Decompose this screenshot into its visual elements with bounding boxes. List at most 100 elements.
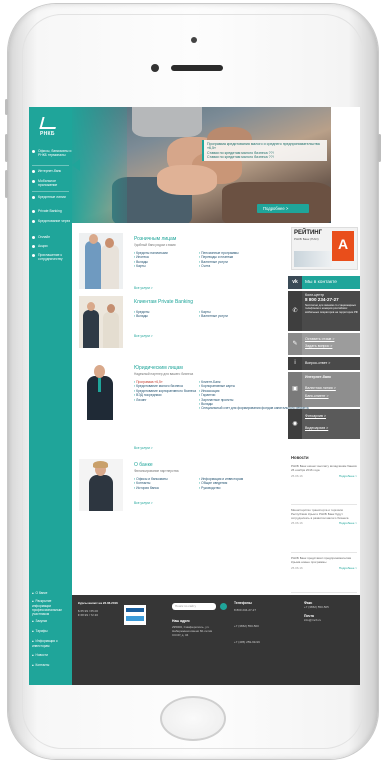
location-icon — [32, 150, 35, 153]
search-icon[interactable] — [220, 603, 227, 610]
link[interactable]: Карты — [134, 264, 196, 268]
link[interactable]: История банка — [134, 486, 196, 490]
payment-card-logo — [124, 605, 146, 625]
link[interactable]: Вклады — [134, 314, 196, 318]
sidebar-item-label: Офисы, банкоматы и РНКБ терминалы — [38, 149, 72, 157]
home-button[interactable] — [160, 696, 226, 741]
monitor-icon: ▣ — [288, 372, 302, 407]
banner-prev-arrow-icon[interactable] — [72, 159, 80, 171]
banner-photo-hand — [157, 165, 217, 195]
section-links-col1: Кредиты наличными Ипотека Вклады Карты — [134, 251, 196, 269]
all-services-link[interactable]: Все услуги > — [134, 501, 153, 505]
news-more-link[interactable]: Подробнее > — [339, 566, 357, 571]
sidebar-item-private-banking[interactable]: Private Banking — [29, 209, 72, 213]
news-text: РНКБ Банк начнет выплату вкладчикам банк… — [291, 464, 357, 472]
news-item[interactable]: РНКБ Банк представил предпринимателям Кр… — [291, 556, 357, 593]
section-links-col2: Пенсионные программы Переводы и платежи … — [199, 251, 261, 269]
right-panel: РЕЙТИНГ РНКБ Банк (ПАО) А vk Мы в контак… — [288, 223, 360, 623]
address-title: Наш адрес — [172, 619, 190, 623]
currency-link[interactable]: Валютная линия > — [305, 386, 336, 390]
sidebar-item-online[interactable]: Онлайн — [29, 235, 72, 239]
rating-title: РЕЙТИНГ — [294, 230, 323, 236]
footer-nav-tariffs[interactable]: Тарифы — [32, 629, 70, 634]
link[interactable]: Счета — [199, 264, 261, 268]
footer-nav-investors[interactable]: Информация о инвесторам — [32, 639, 70, 648]
feedback-link[interactable]: Оставить отзыв > — [305, 337, 334, 341]
sidebar-item-cooperation[interactable]: Приглашение к сотрудничеству — [29, 253, 72, 261]
phone-number[interactable]: 8 800 234-27-27 — [234, 608, 284, 612]
news-date: 25.06.16 — [291, 565, 303, 570]
rating-magazine-image — [294, 251, 332, 267]
banner-caption: Программа кредитования малого и среднего… — [202, 140, 327, 162]
sidebar-item-promo[interactable]: Акции — [29, 244, 72, 248]
footer-nav-purchases[interactable]: Закупки — [32, 619, 70, 624]
section-links-col2: Клиент-Банк Корпоративные карты Инкассац… — [199, 380, 308, 411]
sidebar-item-credit[interactable]: Кредитование через — [29, 219, 72, 223]
ask-question-link[interactable]: Задать вопрос > — [305, 344, 332, 348]
sidebar-item-label: Кредитование через — [38, 219, 71, 223]
faq-block[interactable]: i Вопрос-ответ > — [288, 357, 360, 370]
footer-nav-contacts[interactable]: Контакты — [32, 663, 70, 668]
footer-search-input[interactable]: Поиск по сайту — [172, 603, 216, 610]
news-item[interactable]: Министерство транспорта и торговли Респу… — [291, 508, 357, 553]
logo-mark-icon — [39, 117, 59, 129]
sidebar-item-internet-bank[interactable]: Интернет-банк — [29, 169, 72, 173]
volume-down-button — [5, 170, 8, 198]
email-address[interactable]: info@rncb.ru — [304, 618, 354, 622]
internet-bank-title[interactable]: Интернет-банк — [305, 375, 331, 379]
banner-photo-sleeve — [132, 107, 202, 137]
proximity-sensor — [191, 37, 197, 43]
front-camera-icon — [151, 64, 159, 72]
section-title[interactable]: Розничным лицам — [134, 236, 176, 242]
vk-icon: vk — [288, 276, 302, 289]
sidebar-item-label: Мобильное приложение — [38, 179, 58, 187]
rates-title: Курсы валют на 22.06.2016 — [78, 601, 118, 605]
card-stripe — [126, 616, 144, 621]
bank-client-link[interactable]: Банк-клиент > — [305, 394, 329, 398]
link[interactable]: Специальный счет для формирования фондов… — [199, 406, 308, 410]
section-title[interactable]: Юридическим лицам — [134, 365, 183, 371]
power-button — [378, 134, 381, 162]
vk-link[interactable]: vk Мы в контакте — [288, 276, 360, 289]
sidebar-item-offices[interactable]: Офисы, банкоматы и РНКБ терминалы — [29, 149, 72, 157]
earpiece-speaker — [171, 65, 223, 71]
section-title[interactable]: Клиентам Private Banking — [134, 299, 193, 305]
photo-archive-link[interactable]: Фотоархив > — [305, 414, 326, 418]
call-center-phone[interactable]: 8 800 234-27-27 — [305, 297, 339, 302]
sidebar-item-credit-lines[interactable]: Кредитные линии — [29, 195, 72, 199]
footer-nav-disclosure[interactable]: Раскрытие информации профессиональным уч… — [32, 599, 70, 616]
banner-photo-sleeve — [222, 182, 331, 223]
footer-rates: Курсы валют на 22.06.2016 $ 65.99 / 65.0… — [78, 601, 122, 617]
hero-banner[interactable]: Программа кредитования малого и среднего… — [72, 107, 331, 223]
all-services-link[interactable]: Все услуги > — [134, 286, 153, 290]
bank-logo[interactable]: РНКБ — [39, 117, 63, 139]
news-more-link[interactable]: Подробнее > — [339, 522, 357, 526]
footer-nav-news[interactable]: Новости — [32, 653, 70, 658]
news-more-link[interactable]: Подробнее > — [339, 474, 357, 479]
tag-icon — [32, 245, 35, 248]
link[interactable]: Лизинг — [134, 398, 196, 402]
phone-number[interactable]: +7 (495) 259-99-99 — [234, 640, 284, 644]
link[interactable]: Валютные услуги — [199, 314, 261, 318]
video-archive-link[interactable]: Видеоархив > — [305, 426, 328, 430]
banner-more-button[interactable]: Подробнее > — [257, 204, 309, 213]
section-corporate: Юридическим лицам Надежный партнер для в… — [79, 362, 309, 452]
phone-icon — [32, 180, 35, 183]
link[interactable]: Руководство — [199, 486, 261, 490]
news-item[interactable]: РНКБ Банк начнет выплату вкладчикам банк… — [291, 464, 357, 505]
phone-number[interactable]: +7 (3652) 550-500 — [234, 624, 284, 628]
footer-nav-about[interactable]: О банке — [32, 591, 70, 596]
sidebar-item-mobile-app[interactable]: Мобильное приложение — [29, 179, 72, 187]
section-title[interactable]: О банке — [134, 462, 153, 468]
card-icon — [32, 196, 35, 199]
footer-phones: Телефоны 8 800 234-27-27 +7 (3652) 550-5… — [234, 601, 284, 644]
all-services-link[interactable]: Все услуги > — [134, 334, 153, 338]
section-subtitle: Надежный партнер для вашего бизнеса — [134, 372, 194, 376]
all-services-link[interactable]: Все услуги > — [134, 446, 153, 450]
faq-link: Вопрос-ответ > — [305, 361, 331, 365]
rating-banner[interactable]: РЕЙТИНГ РНКБ Банк (ПАО) А — [291, 227, 358, 270]
address-text: 295000, Симферополь, ул. Набережная имен… — [172, 625, 213, 637]
news-title: Новости — [291, 455, 309, 460]
section-links-col1: Кредиты Вклады — [134, 310, 196, 319]
star-icon — [32, 210, 35, 213]
